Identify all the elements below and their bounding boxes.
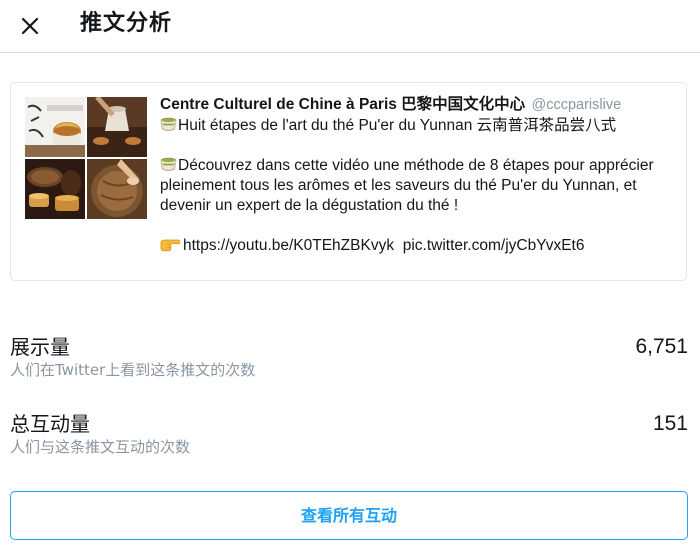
- engagements-value: 151: [652, 412, 688, 435]
- view-all-engagements-button[interactable]: 查看所有互动: [10, 491, 688, 540]
- impressions-stat: 展示量 人们在Twitter上看到这条推文的次数 6,751: [10, 334, 688, 384]
- header-bar: 推文分析: [0, 0, 700, 53]
- tweet-card[interactable]: Centre Culturel de Chine à Paris 巴黎中国文化中…: [10, 82, 687, 281]
- tweet-media-thumbnail[interactable]: [25, 97, 85, 157]
- tweet-media-grid[interactable]: [25, 97, 147, 219]
- tweet-title-line: Huit étapes de l'art du thé Pu'er du Yun…: [160, 116, 680, 136]
- twitter-pic-link[interactable]: pic.twitter.com/jyCbYvxEt6: [403, 237, 585, 254]
- tweet-title-text: Huit étapes de l'art du thé Pu'er du Yun…: [178, 117, 617, 134]
- tweet-media-thumbnail[interactable]: [87, 97, 147, 157]
- engagements-stat: 总互动量 人们与这条推文互动的次数 151: [10, 411, 688, 461]
- tweet-description-text: Découvrez dans cette vidéo une méthode d…: [160, 157, 654, 214]
- impressions-description: 人们在Twitter上看到这条推文的次数: [10, 361, 256, 379]
- youtube-link[interactable]: https://youtu.be/K0TEhZBKvyk: [183, 237, 394, 254]
- tweet-links-line: https://youtu.be/K0TEhZBKvyk pic.twitter…: [160, 236, 680, 256]
- page-title: 推文分析: [80, 11, 173, 36]
- tweet-media-thumbnail[interactable]: [87, 159, 147, 219]
- tweet-media-thumbnail[interactable]: [25, 159, 85, 219]
- tea-emoji-icon: [160, 117, 177, 132]
- author-handle[interactable]: @cccparislive: [532, 97, 622, 113]
- close-icon[interactable]: [17, 13, 43, 39]
- tea-emoji-icon: [160, 157, 177, 172]
- engagements-description: 人们与这条推文互动的次数: [10, 438, 191, 456]
- tweet-text-block: Centre Culturel de Chine à Paris 巴黎中国文化中…: [160, 95, 680, 256]
- author-name[interactable]: Centre Culturel de Chine à Paris 巴黎中国文化中…: [160, 96, 525, 113]
- close-button[interactable]: [17, 13, 43, 39]
- tweet-description-line: Découvrez dans cette vidéo une méthode d…: [160, 156, 680, 216]
- tweet-author: Centre Culturel de Chine à Paris 巴黎中国文化中…: [160, 95, 680, 115]
- impressions-label: 展示量: [10, 335, 70, 359]
- impressions-value: 6,751: [635, 335, 688, 358]
- engagements-label: 总互动量: [10, 412, 90, 436]
- pointing-hand-emoji-icon: [160, 239, 180, 252]
